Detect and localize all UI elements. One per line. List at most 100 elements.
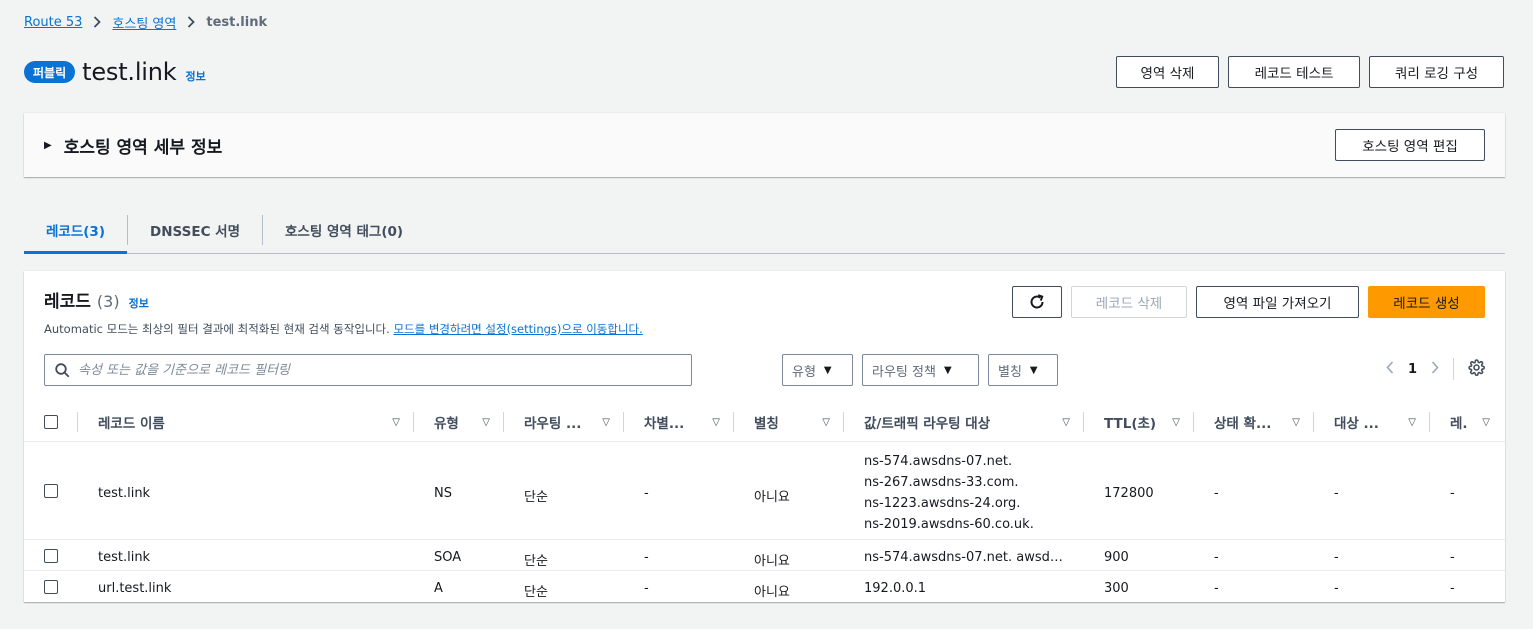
records-description: Automatic 모드는 최상의 필터 결과에 최적화된 현재 검색 동작입니… (44, 321, 643, 337)
record-health-check: - (1214, 581, 1219, 596)
chevron-right-icon[interactable] (1431, 360, 1439, 378)
column-header-alias[interactable]: 별칭 ▽ (754, 402, 830, 442)
record-target: - (1334, 486, 1339, 501)
records-table: 레코드 이름 ▽ 유형 ▽ 라우팅 ... ▽ 차별... ▽ 별칭 ▽ 값/트래픽 라우… (24, 402, 1505, 602)
breadcrumb-route53-link[interactable]: Route 53 (24, 15, 82, 30)
tab-list: 레코드(3) DNSSEC 서명 호스팅 영역 태그(0) (24, 206, 1505, 254)
settings-link[interactable]: 모드를 변경하려면 설정(settings)으로 이동합니다. (393, 322, 642, 336)
tab-hosted-zone-tags[interactable]: 호스팅 영역 태그(0) (263, 206, 425, 253)
breadcrumb: Route 53 호스팅 영역 test.link (24, 12, 267, 32)
record-ttl: 900 (1104, 550, 1129, 565)
record-value: 192.0.0.1 (864, 581, 927, 596)
records-description-text: Automatic 모드는 최상의 필터 결과에 최적화된 현재 검색 동작입니… (44, 322, 390, 336)
record-health-check: - (1214, 550, 1219, 565)
alias-filter-label: 별칭 (998, 364, 1022, 380)
record-alias: 아니요 (754, 585, 790, 600)
chevron-right-icon (187, 16, 196, 28)
header-info-link[interactable]: 정보 (186, 68, 206, 84)
row-checkbox[interactable] (44, 484, 58, 498)
edit-hosted-zone-button[interactable]: 호스팅 영역 편집 (1335, 129, 1485, 161)
records-count: (3) (96, 292, 120, 311)
routing-policy-filter-label: 라우팅 정책 (872, 364, 936, 380)
record-type: A (434, 581, 443, 596)
type-filter-select[interactable]: 유형 ▼ (782, 354, 853, 386)
record-differentiator: - (644, 550, 649, 565)
breadcrumb-current: test.link (206, 14, 268, 30)
caret-right-icon[interactable]: ▶ (44, 140, 52, 151)
records-info-link[interactable]: 정보 (129, 295, 149, 311)
sort-icon: ▽ (482, 416, 490, 428)
record-target: - (1334, 550, 1339, 565)
sort-icon: ▽ (1408, 416, 1416, 428)
record-differentiator: - (644, 486, 649, 501)
gear-icon[interactable] (1468, 358, 1485, 380)
records-title: 레코드 (44, 292, 91, 312)
table-row[interactable]: url.test.link A 단순 - 아니요 192.0.0.1 300 -… (24, 571, 1505, 602)
record-routing: 단순 (524, 490, 548, 505)
column-header-type[interactable]: 유형 ▽ (434, 402, 490, 442)
refresh-icon (1030, 294, 1044, 309)
record-type: SOA (434, 550, 462, 565)
sort-icon: ▽ (1482, 416, 1490, 428)
create-record-button[interactable]: 레코드 생성 (1368, 286, 1485, 318)
test-record-button[interactable]: 레코드 테스트 (1228, 56, 1360, 88)
select-all-checkbox[interactable] (44, 415, 58, 429)
search-icon (55, 362, 70, 377)
page-number[interactable]: 1 (1408, 362, 1417, 377)
column-header-health-check[interactable]: 상태 확... ▽ (1214, 402, 1300, 442)
sort-icon: ▽ (1062, 416, 1070, 428)
records-header: 레코드 (3) 정보 (44, 287, 149, 312)
record-rec: - (1450, 581, 1455, 596)
breadcrumb-hosted-zones-link[interactable]: 호스팅 영역 (112, 13, 176, 32)
column-header-value[interactable]: 값/트래픽 라우팅 대상 ▽ (864, 402, 1070, 442)
page-title: test.link (82, 58, 177, 86)
refresh-button[interactable] (1012, 286, 1062, 318)
sort-icon: ▽ (1292, 416, 1300, 428)
delete-zone-button[interactable]: 영역 삭제 (1116, 56, 1219, 88)
routing-policy-filter-select[interactable]: 라우팅 정책 ▼ (862, 354, 979, 386)
import-zone-file-button[interactable]: 영역 파일 가져오기 (1196, 286, 1359, 318)
table-row[interactable]: test.link NS 단순 - 아니요 ns-574.awsdns-07.n… (24, 442, 1505, 540)
column-header-target[interactable]: 대상 ... ▽ (1334, 402, 1416, 442)
delete-record-button[interactable]: 레코드 삭제 (1071, 286, 1187, 318)
records-actions: 레코드 삭제 영역 파일 가져오기 레코드 생성 (1012, 286, 1485, 318)
column-header-record[interactable]: 레. ▽ (1450, 402, 1490, 442)
record-rec: - (1450, 486, 1455, 501)
column-header-differentiator[interactable]: 차별... ▽ (644, 402, 720, 442)
record-ttl: 172800 (1104, 486, 1154, 501)
sort-icon: ▽ (602, 416, 610, 428)
table-header: 레코드 이름 ▽ 유형 ▽ 라우팅 ... ▽ 차별... ▽ 별칭 ▽ 값/트래픽 라우… (24, 402, 1505, 442)
record-target: - (1334, 581, 1339, 596)
tab-dnssec-signing[interactable]: DNSSEC 서명 (128, 206, 262, 253)
record-value: ns-574.awsdns-07.net. ns-267.awsdns-33.c… (864, 454, 1034, 532)
row-checkbox[interactable] (44, 549, 58, 563)
pager-divider (1453, 358, 1454, 380)
sort-icon: ▽ (392, 416, 400, 428)
alias-filter-select[interactable]: 별칭 ▼ (988, 354, 1058, 386)
record-type: NS (434, 486, 452, 501)
sort-icon: ▽ (822, 416, 830, 428)
column-header-record-name[interactable]: 레코드 이름 ▽ (98, 402, 400, 442)
record-rec: - (1450, 550, 1455, 565)
hosted-zone-details-toggle[interactable]: 호스팅 영역 세부 정보 (64, 133, 223, 158)
column-header-ttl[interactable]: TTL(초) ▽ (1104, 402, 1180, 442)
records-filter-box[interactable] (44, 354, 692, 386)
record-name: test.link (98, 550, 151, 565)
public-badge: 퍼블릭 (24, 61, 76, 83)
sort-icon: ▽ (1172, 416, 1180, 428)
record-name: test.link (98, 486, 151, 501)
column-header-routing-policy[interactable]: 라우팅 ... ▽ (524, 402, 610, 442)
record-differentiator: - (644, 581, 649, 596)
caret-down-icon: ▼ (1029, 364, 1038, 376)
chevron-left-icon[interactable] (1386, 360, 1394, 378)
record-value: ns-574.awsdns-07.net. awsd… (864, 550, 1063, 565)
row-checkbox[interactable] (44, 580, 58, 594)
record-health-check: - (1214, 486, 1219, 501)
page-header: 퍼블릭 test.link 정보 영역 삭제 레코드 테스트 쿼리 로깅 구성 (24, 55, 1504, 89)
record-alias: 아니요 (754, 554, 790, 569)
tab-records[interactable]: 레코드(3) (24, 206, 127, 254)
table-row[interactable]: test.link SOA 단순 - 아니요 ns-574.awsdns-07.… (24, 540, 1505, 571)
configure-query-logging-button[interactable]: 쿼리 로깅 구성 (1369, 56, 1504, 88)
pagination: 1 (1386, 358, 1485, 380)
records-filter-input[interactable] (78, 362, 658, 378)
